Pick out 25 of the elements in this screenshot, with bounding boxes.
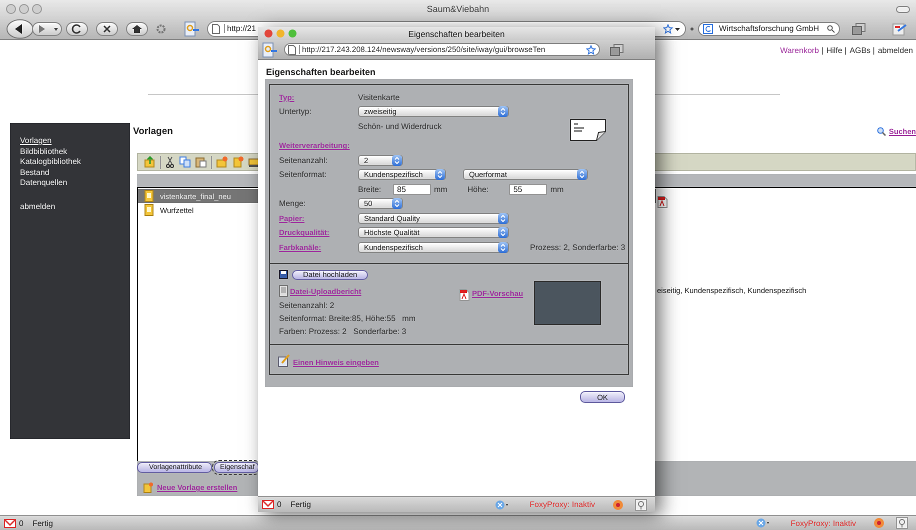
field-note: Schön- und Widerdruck (358, 122, 442, 131)
field-label: Seitenanzahl: (279, 156, 328, 165)
field-value: Visitenkarte (358, 92, 400, 102)
unit-label: mm (550, 184, 564, 194)
separator: | (844, 46, 847, 55)
status-text: Fertig (32, 518, 53, 528)
mail-count: 0 (277, 500, 282, 509)
field-label: Seitenformat: (279, 170, 328, 180)
window-title: Eigenschaften bearbeiten (407, 28, 506, 38)
report-line: Farben: Prozess: 2 Sonderfarbe: 3 (279, 327, 408, 336)
unit-label: mm (434, 184, 448, 194)
page-title: Vorlagen (133, 126, 173, 136)
report-line: Seitenanzahl: 2 (279, 301, 336, 310)
field-label: Menge: (279, 199, 307, 208)
separator: | (821, 46, 824, 55)
dialog-heading: Eigenschaften bearbeiten (266, 67, 377, 77)
report-line: Seitenformat: Breite:85, Höhe:55 mm (279, 314, 417, 323)
window-title: Saum&Viebahn (426, 4, 490, 14)
dimension-label: Höhe: (467, 184, 490, 194)
mail-count: 0 (19, 518, 24, 528)
field-note: Prozess: 2, Sonderfarbe: 3 (530, 242, 626, 252)
field-label: Untertyp: (279, 107, 312, 116)
dimension-label: Breite: (358, 184, 382, 194)
separator: | (872, 46, 875, 55)
status-text: Fertig (290, 500, 311, 509)
